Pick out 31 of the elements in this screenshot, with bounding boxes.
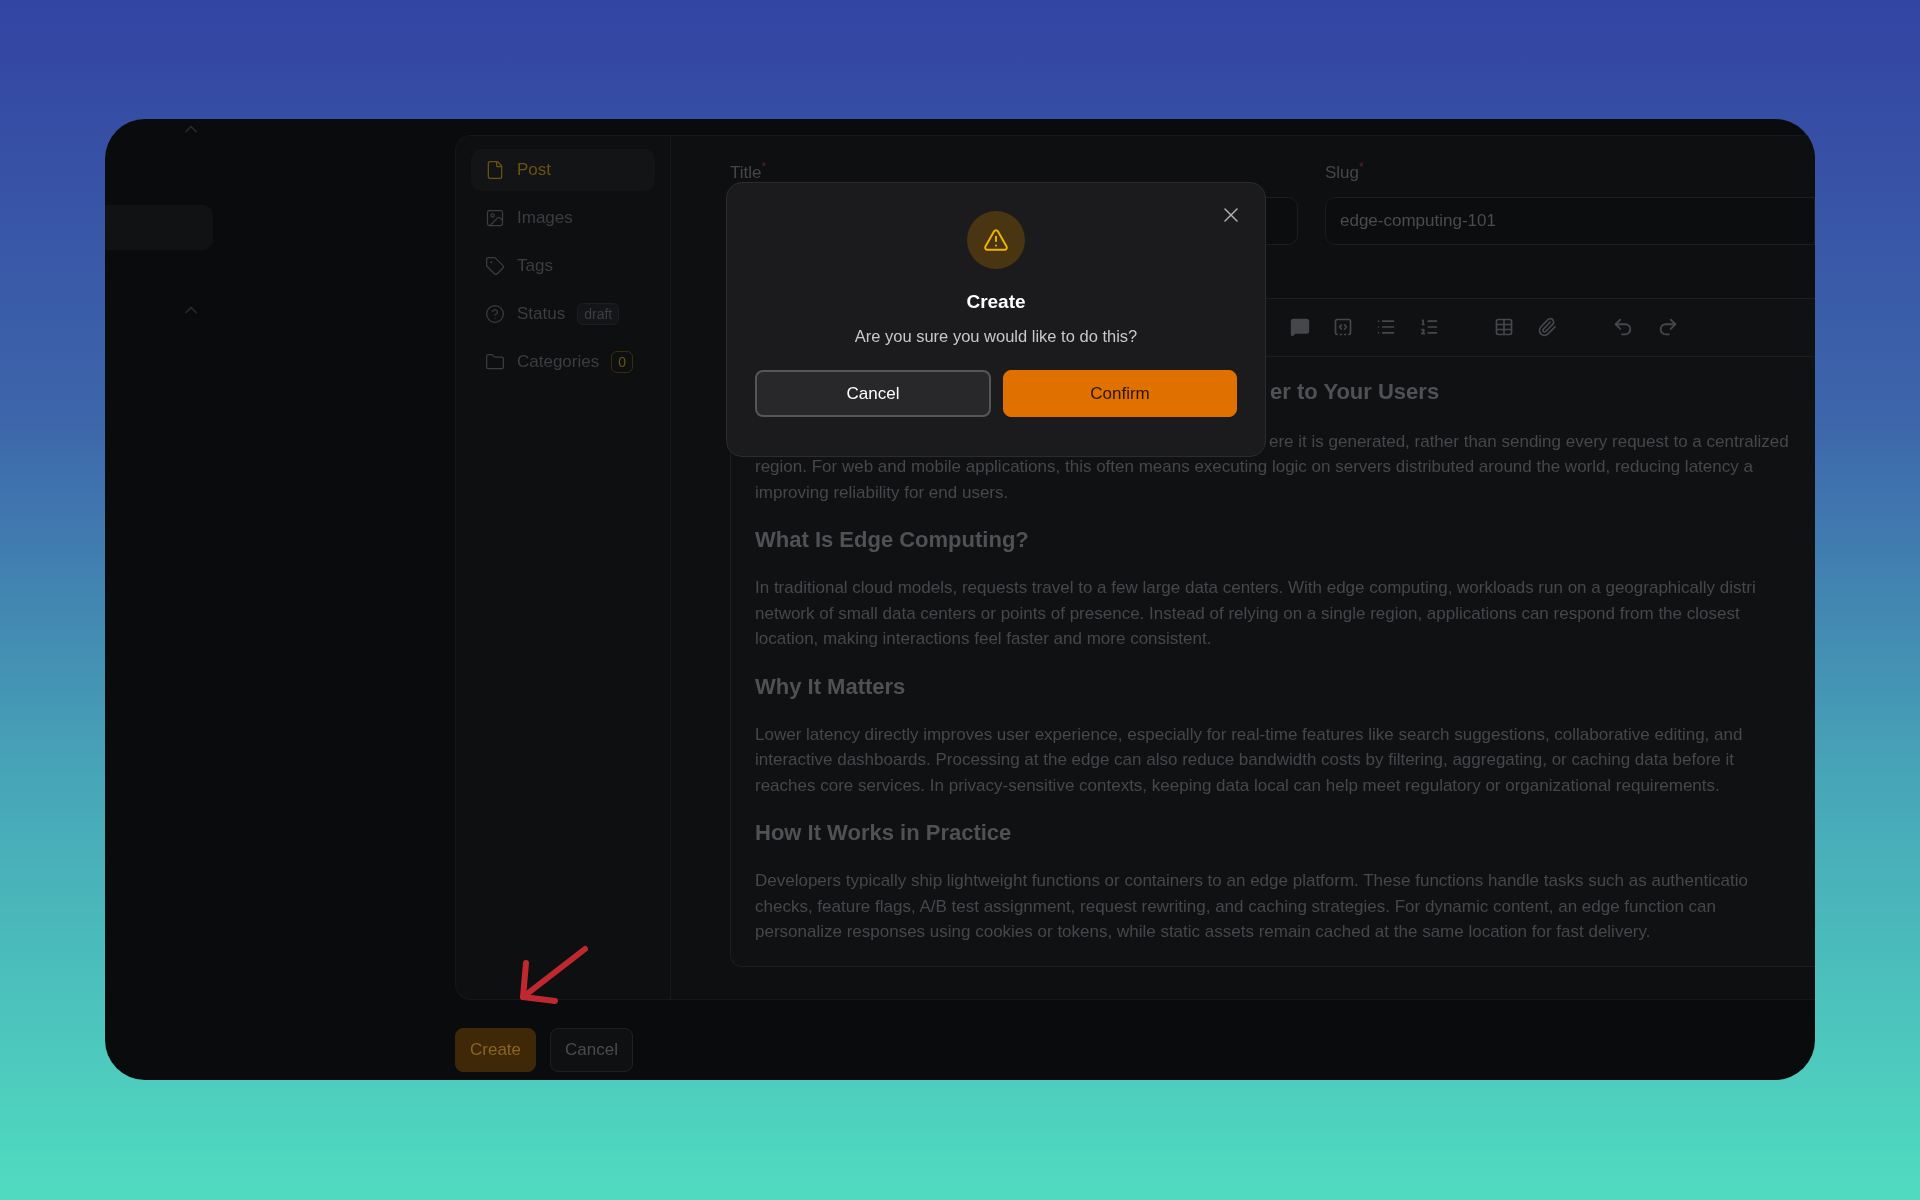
nav-icon [485,352,505,372]
section-heading: Why It Matters [755,673,907,700]
nav-icon [485,208,505,228]
sidebar-item[interactable]: Post [471,149,655,191]
sidebar-item-label: Post [517,160,552,180]
field-label: Slug$^{*}$ [1325,160,1365,183]
numbered-list-icon[interactable] [1419,317,1439,338]
table-icon[interactable] [1494,317,1514,338]
nav-icon [485,160,505,180]
body-paragraph: In traditional cloud models, requests travel to a few large data centers. With edge computing, workloads run on a geographically distri network of small data centers or points of presence. Instead of relying on a single region, applications can respond from the closest location, making interactions feel faster and more consistent. [755,577,1757,651]
section-heading: How It Works in Practice [755,820,1013,847]
body-paragraph: ere it is generated, rather than sending every request to a centralized [1269,430,1790,453]
dialog-title: Create [966,291,1026,313]
section-heading: er to Your Users [1270,378,1441,405]
attachment-icon[interactable] [1537,317,1557,338]
code-block-icon[interactable] [1333,317,1353,338]
section-heading: What Is Edge Computing? [755,527,1030,554]
create-button[interactable]: Create [455,1028,537,1072]
cancel-button[interactable]: Cancel [550,1028,633,1072]
body-paragraph: Lower latency directly improves user experience, especially for real-time features like search suggestions, collaborative editing, and interactive dashboards. Processing at the edge can also reduce bandwidth costs by filtering, aggregating, or caching data before it reaches core services. In privacy-sensitive contexts, keeping data local can help meet regulatory or organizational requirements. [755,723,1744,797]
input-field[interactable]: edge-computing-101 [1325,196,1815,245]
dialog-message: Are you sure you would like to do this? [854,327,1138,346]
field-label: Title$^{*}$ [730,160,768,183]
comment-icon[interactable] [1290,317,1310,338]
status-badge: 0 [611,351,633,373]
nav-icon [485,256,505,276]
body-paragraph: Developers typically ship lightweight functions or containers to an edge platform. These functions handle tasks such as authenticatio checks, feature flags, A/B test assignment, request rewriting, and caching strategies. For dynamic content, an edge function can personalize responses using cookies or tokens, while static assets remain cached at the same location for fast delivery. [755,870,1749,944]
cancel-button[interactable]: Cancel [755,370,991,417]
confirm-button[interactable]: Confirm [1003,370,1237,417]
body-paragraph: region. For web and mobile applications, this often means executing logic on servers distributed around the world, reducing latency a improving reliability for end users. [755,456,1754,504]
nav-icon [485,304,505,324]
